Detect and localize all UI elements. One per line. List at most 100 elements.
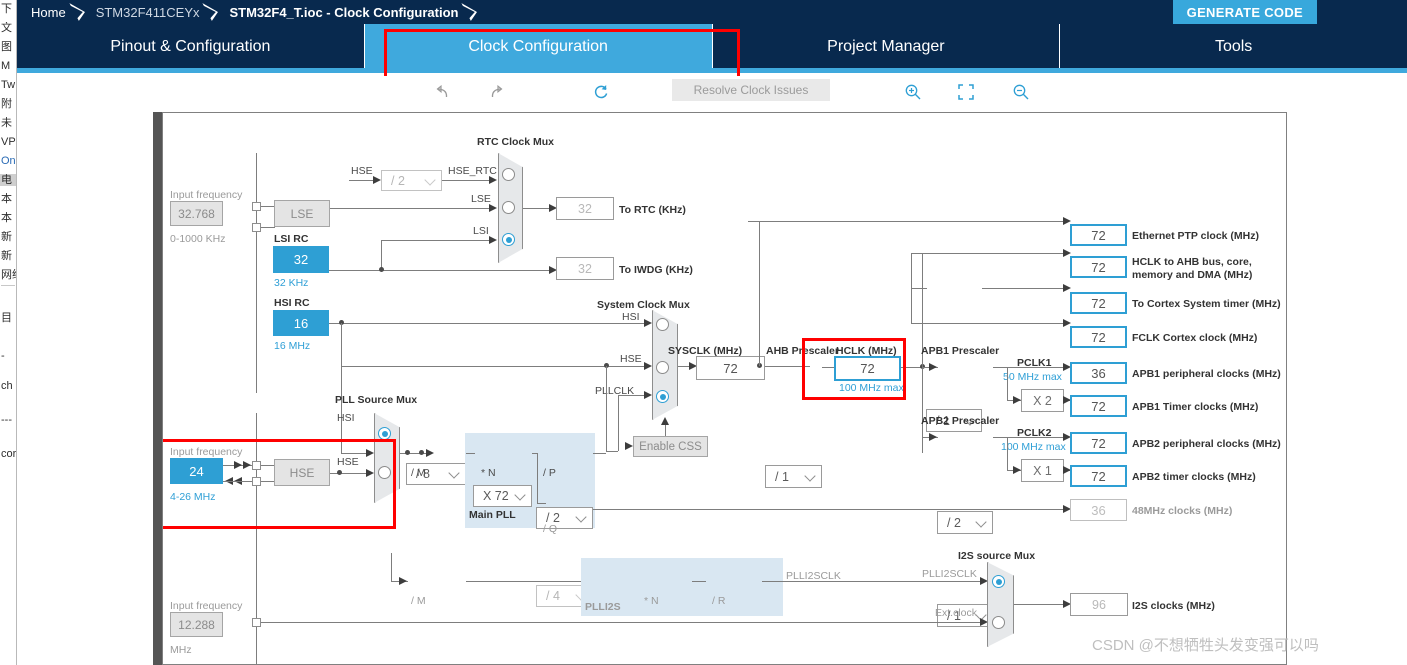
arrow-icon (980, 577, 988, 585)
sidebar-item[interactable]: 本 (0, 212, 16, 224)
ahb-prescaler-select[interactable]: / 1 (765, 465, 822, 488)
output-field-cortex-systimer[interactable]: 72 (1070, 292, 1127, 314)
sidebar-item[interactable]: --- (0, 414, 16, 426)
arrow-icon (399, 577, 407, 585)
tab-project-manager[interactable]: Project Manager (713, 24, 1061, 70)
i2s-mux-plli2sclk-label: PLLI2SCLK (922, 568, 977, 580)
sidebar-item[interactable]: - (0, 350, 16, 362)
sidebar-item[interactable]: 网络 (0, 269, 16, 281)
apb1-prescaler-select[interactable]: / 2 (937, 511, 993, 534)
hse-input-frequency-label: Input frequency (170, 446, 243, 458)
sidebar-item[interactable]: 下 (0, 3, 16, 15)
pclk1-max-label: 50 MHz max (1003, 371, 1062, 383)
generate-code-button[interactable]: GENERATE CODE (1172, 0, 1317, 24)
lsi-rc-unit-label: 32 KHz (274, 277, 309, 289)
sidebar-item-selected[interactable]: 电 (0, 174, 16, 186)
i2s-ext-pin (252, 618, 261, 627)
output-field-fclk-cortex[interactable]: 72 (1070, 326, 1127, 348)
output-field-hclk-ahb[interactable]: 72 (1070, 256, 1127, 278)
sidebar-item[interactable]: 新 (0, 250, 16, 262)
ahb-prescaler-value: / 1 (775, 469, 789, 484)
output-field-ethernet-ptp[interactable]: 72 (1070, 224, 1127, 246)
breadcrumb-home[interactable]: Home (27, 5, 70, 20)
chevron-down-icon (448, 467, 460, 479)
app-window: 下 文 图 M Tw 附 未 VPS One 电 本 本 新 新 网络 目 - … (0, 0, 1407, 665)
hse-pin-bottom (252, 477, 261, 486)
chevron-down-icon (975, 515, 987, 528)
hse-pin-top (252, 461, 261, 470)
arrow-icon (489, 176, 497, 184)
rtc-mux-input-lsi-selected[interactable] (502, 233, 515, 246)
sidebar-item[interactable]: 未 (0, 117, 16, 129)
rtc-mux-input-lse[interactable] (502, 201, 515, 214)
sysclk-value-field[interactable]: 72 (696, 356, 765, 380)
arrow-icon (625, 442, 633, 450)
sidebar-item[interactable]: Tw (0, 79, 16, 91)
pllmux-input-hsi-selected[interactable] (378, 427, 391, 440)
sidebar-item[interactable]: 新 (0, 231, 16, 243)
fit-to-screen-icon[interactable] (953, 80, 979, 104)
tab-clock-configuration[interactable]: Clock Configuration (364, 24, 713, 70)
main-tab-bar: Pinout & Configuration Clock Configurati… (17, 24, 1407, 70)
zoom-in-icon[interactable] (900, 80, 926, 104)
zoom-out-icon[interactable] (1008, 80, 1034, 104)
output-field-apb1-peripheral[interactable]: 36 (1070, 362, 1127, 384)
lse-oscillator-box[interactable]: LSE (274, 200, 330, 227)
resolve-clock-issues-button[interactable]: Resolve Clock Issues (672, 79, 830, 101)
watermark-text: CSDN @不想牺牲头发变强可以吗 (1092, 637, 1319, 654)
tab-pinout-configuration[interactable]: Pinout & Configuration (17, 24, 365, 70)
tab-tools[interactable]: Tools (1060, 24, 1407, 70)
rtc-mux-lsi-label: LSI (473, 225, 489, 237)
i2s-input-frequency-field[interactable]: 12.288 (170, 612, 223, 637)
hse-oscillator-box[interactable]: HSE (274, 459, 330, 486)
left-sidebar[interactable]: 下 文 图 M Tw 附 未 VPS One 电 本 本 新 新 网络 目 - … (0, 0, 17, 665)
sysmux-input-hsi[interactable] (656, 318, 669, 331)
pll-p-tag: / P (543, 467, 556, 479)
i2s-mux-input-extclock[interactable] (992, 616, 1005, 629)
sidebar-item[interactable]: 附 (0, 98, 16, 110)
hse-input-frequency-field[interactable]: 24 (170, 458, 223, 484)
to-iwdg-output-label: To IWDG (KHz) (619, 264, 693, 276)
clock-tree-canvas[interactable]: Input frequency 32.768 0-1000 KHz LSE HS… (162, 112, 1287, 665)
chevron-right-icon (203, 0, 225, 24)
sysmux-input-pllclk-selected[interactable] (656, 390, 669, 403)
redo-arrow-icon[interactable] (483, 80, 509, 104)
hsi-rc-value-field[interactable]: 16 (273, 310, 329, 336)
breadcrumb-mcu[interactable]: STM32F411CEYx (92, 5, 204, 20)
output-field-apb2-peripheral[interactable]: 72 (1070, 432, 1127, 454)
refresh-icon[interactable] (588, 80, 614, 104)
output-label-cortex-systimer: To Cortex System timer (MHz) (1132, 298, 1281, 310)
rtc-mux-lse-label: LSE (471, 193, 491, 205)
sysmux-hse-label: HSE (620, 353, 642, 365)
sidebar-item[interactable]: 目 (0, 312, 16, 324)
output-label-apb1-timer: APB1 Timer clocks (MHz) (1132, 401, 1259, 413)
hclk-value-field[interactable]: 72 (834, 356, 901, 381)
i2s-mux-input-plli2sclk-selected[interactable] (992, 575, 1005, 588)
hclk-max-label: 100 MHz max (839, 382, 904, 394)
breadcrumb-file[interactable]: STM32F4_T.ioc - Clock Configuration (225, 5, 462, 20)
pll-n-multiplier-select[interactable]: X 72 (473, 485, 532, 507)
undo-arrow-icon[interactable] (429, 80, 455, 104)
pllmux-input-hse[interactable] (378, 466, 391, 479)
output-field-apb1-timer[interactable]: 72 (1070, 395, 1127, 417)
sidebar-item[interactable]: 文 (0, 22, 16, 34)
hse-rtc-divider-select[interactable]: / 2 (381, 170, 442, 191)
sidebar-item[interactable]: VPS (0, 136, 16, 148)
sidebar-item[interactable]: One (0, 155, 16, 167)
enable-css-button[interactable]: Enable CSS (633, 436, 708, 457)
rtc-mux-input-hse-rtc[interactable] (502, 168, 515, 181)
sidebar-item[interactable]: ch (0, 380, 16, 392)
output-field-apb2-timer[interactable]: 72 (1070, 465, 1127, 487)
to-rtc-output-label: To RTC (KHz) (619, 204, 686, 216)
junction-dot (337, 470, 342, 475)
lsi-rc-value-field[interactable]: 32 (273, 246, 329, 273)
sidebar-item[interactable]: M (0, 60, 16, 72)
sidebar-item[interactable]: 本 (0, 193, 16, 205)
lse-input-frequency-field[interactable]: 32.768 (170, 201, 223, 226)
sysmux-input-hse[interactable] (656, 361, 669, 374)
sidebar-item[interactable]: 图 (0, 41, 16, 53)
hsi-rc-unit-label: 16 MHz (274, 340, 311, 352)
sidebar-item[interactable]: cor (0, 448, 16, 460)
pclk2-max-label: 100 MHz max (1001, 441, 1066, 453)
arrow-icon (489, 236, 497, 244)
